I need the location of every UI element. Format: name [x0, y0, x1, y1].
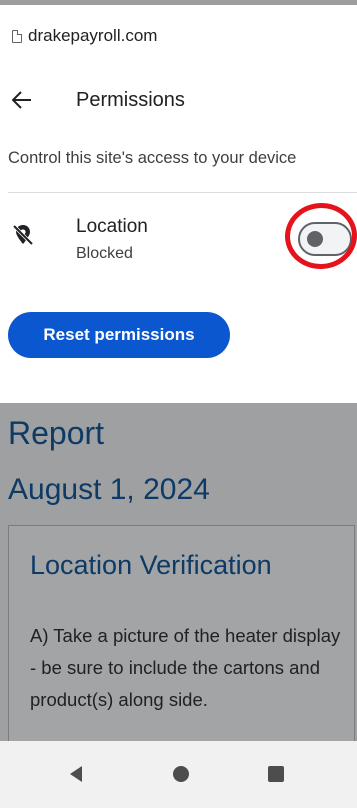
- top-status-line: [0, 0, 357, 5]
- nav-recents-icon[interactable]: [268, 766, 284, 782]
- site-domain: drakepayroll.com: [28, 26, 158, 45]
- nav-back-icon[interactable]: [70, 766, 82, 782]
- location-off-icon: [10, 222, 36, 248]
- page-icon: [12, 29, 22, 43]
- permissions-header: Permissions: [0, 84, 357, 116]
- divider: [8, 192, 357, 193]
- android-nav-bar: [0, 741, 357, 808]
- card-body: A) Take a picture of the heater display …: [30, 625, 341, 710]
- arrow-left-icon[interactable]: [10, 88, 34, 112]
- site-domain-bar: drakepayroll.com: [12, 26, 157, 46]
- permissions-description: Control this site's access to your devic…: [8, 149, 297, 167]
- report-title: Report: [8, 415, 105, 451]
- reset-permissions-button[interactable]: Reset permissions: [8, 312, 230, 358]
- page-title: Permissions: [76, 88, 185, 111]
- card-title: Location Verification: [30, 550, 272, 580]
- location-verification-card: Location Verification A) Take a picture …: [8, 525, 355, 741]
- report-date: August 1, 2024: [8, 473, 210, 506]
- report-page: Report August 1, 2024 Location Verificat…: [0, 403, 357, 741]
- permission-status: Blocked: [76, 245, 133, 262]
- permission-name: Location: [76, 216, 148, 237]
- nav-home-icon[interactable]: [173, 766, 189, 782]
